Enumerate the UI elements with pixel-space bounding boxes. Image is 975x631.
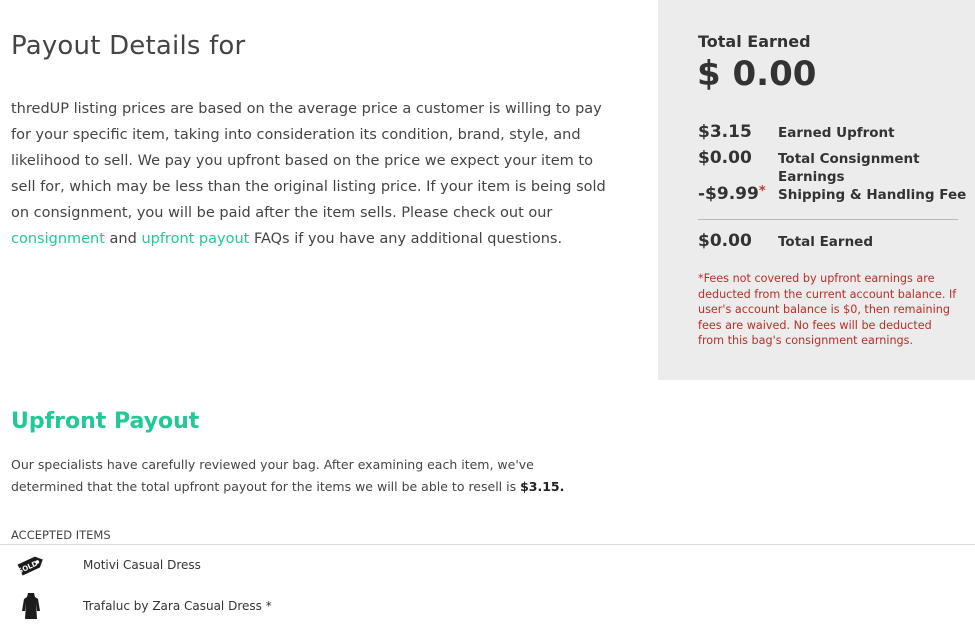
shipping-fee-value: -$9.99 (698, 184, 759, 204)
intro-text-after: FAQs if you have any additional question… (249, 231, 563, 247)
page-title: Payout Details for (11, 31, 246, 61)
upfront-amount: $3.15. (520, 479, 565, 494)
list-item[interactable]: Trafaluc by Zara Casual Dress * (0, 591, 975, 631)
total-earned-bottom-label: Total Earned (778, 234, 874, 250)
earned-upfront-label: Earned Upfront (778, 125, 895, 141)
consignment-link[interactable]: consignment (11, 231, 105, 247)
accepted-items-divider (0, 544, 975, 545)
upfront-payout-link[interactable]: upfront payout (141, 231, 249, 247)
list-item[interactable]: SOLD Motivi Casual Dress (0, 550, 975, 590)
shipping-fee-amount: -$9.99* (698, 184, 766, 204)
fee-asterisk: * (758, 184, 766, 199)
item-name[interactable]: Motivi Casual Dress (83, 558, 201, 572)
accepted-items-header: ACCEPTED ITEMS (11, 528, 111, 542)
dress-icon (16, 591, 46, 621)
item-name[interactable]: Trafaluc by Zara Casual Dress * (83, 599, 272, 613)
shipping-fee-label: Shipping & Handling Fee (778, 187, 967, 203)
summary-divider (698, 219, 958, 220)
intro-text: thredUP listing prices are based on the … (11, 96, 621, 252)
earned-upfront-amount: $3.15 (698, 122, 752, 142)
earnings-summary-panel: Total Earned $ 0.00 $3.15 Earned Upfront… (658, 0, 975, 380)
fees-note: *Fees not covered by upfront earnings ar… (698, 272, 957, 348)
total-earned-label: Total Earned (698, 32, 811, 51)
upfront-payout-heading: Upfront Payout (11, 409, 200, 434)
consignment-earnings-amount: $0.00 (698, 148, 752, 168)
upfront-description: Our specialists have carefully reviewed … (11, 457, 534, 494)
consignment-earnings-label: Total Consignment Earnings (778, 151, 920, 185)
total-earned-value: $ 0.00 (697, 54, 817, 94)
total-earned-bottom-amount: $0.00 (698, 231, 752, 251)
intro-text-before: thredUP listing prices are based on the … (11, 101, 606, 221)
sold-tag-icon: SOLD (16, 550, 46, 580)
upfront-payout-text: Our specialists have carefully reviewed … (11, 454, 571, 498)
intro-and-text: and (104, 231, 142, 247)
